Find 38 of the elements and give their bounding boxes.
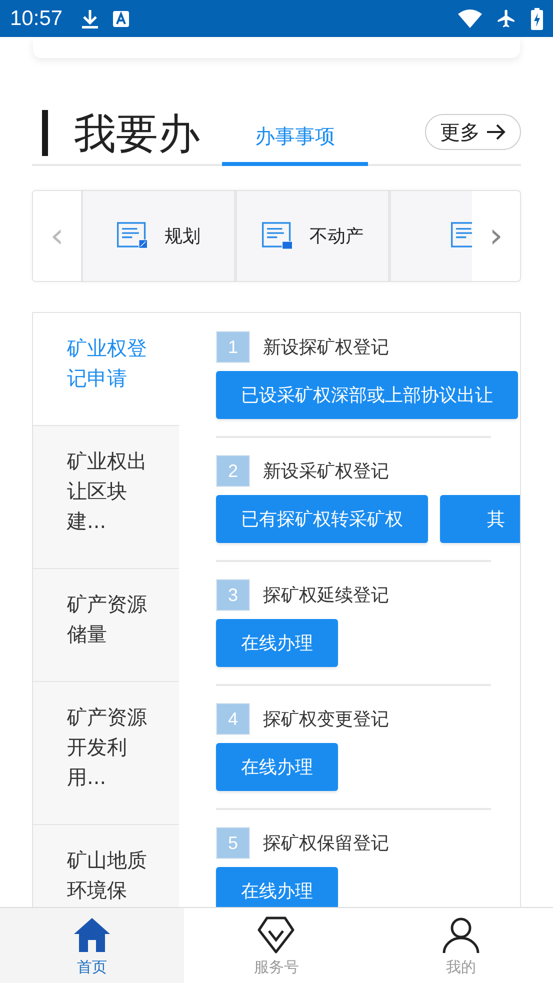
download-icon <box>80 8 99 28</box>
document-icon <box>116 222 148 250</box>
step-number: 1 <box>216 331 250 363</box>
previous-button[interactable]: ‹ <box>33 191 81 281</box>
service-title: 新设探矿权登记 <box>263 336 389 359</box>
step-number: 5 <box>216 827 250 859</box>
service-button[interactable]: 已有探矿权转采矿权 <box>216 495 428 543</box>
title-bar-mark <box>42 110 48 156</box>
section-tab[interactable]: 办事事项 <box>222 123 368 166</box>
diamond-icon <box>257 916 296 954</box>
service-title: 新设采矿权登记 <box>263 460 389 483</box>
service-button[interactable]: 在线办理 <box>216 619 338 667</box>
category-item[interactable]: 规划 <box>83 191 234 281</box>
nav-tab[interactable]: 首页 <box>0 908 184 983</box>
arrow-right-icon <box>486 123 506 141</box>
service-title: 探矿权保留登记 <box>263 832 389 855</box>
service-button[interactable]: 其 <box>440 495 520 543</box>
service-button[interactable]: 在线办理 <box>216 867 338 907</box>
category-item[interactable]: 不动产 <box>237 191 388 281</box>
battery-icon <box>531 8 543 30</box>
airplane-icon <box>496 8 517 29</box>
service-button[interactable]: 在线办理 <box>216 743 338 791</box>
menu-item[interactable]: 矿业权登记申请 <box>33 313 179 426</box>
wifi-icon <box>458 9 482 28</box>
home-icon <box>73 916 112 954</box>
service-title: 探矿权变更登记 <box>263 708 389 731</box>
step-number: 3 <box>216 579 250 611</box>
status-time: 10:57 <box>10 6 63 30</box>
section-title: 我要办 <box>74 108 200 160</box>
person-icon <box>442 916 480 954</box>
step-number: 4 <box>216 703 250 735</box>
font-icon <box>112 10 129 26</box>
step-number: 2 <box>216 455 250 487</box>
more-button[interactable]: 更多 <box>425 114 521 150</box>
service-button[interactable]: 已设采矿权深部或上部协议出让 <box>216 371 518 419</box>
service-title: 探矿权延续登记 <box>263 584 389 607</box>
next-button[interactable]: › <box>472 191 520 281</box>
document-icon <box>262 222 294 250</box>
